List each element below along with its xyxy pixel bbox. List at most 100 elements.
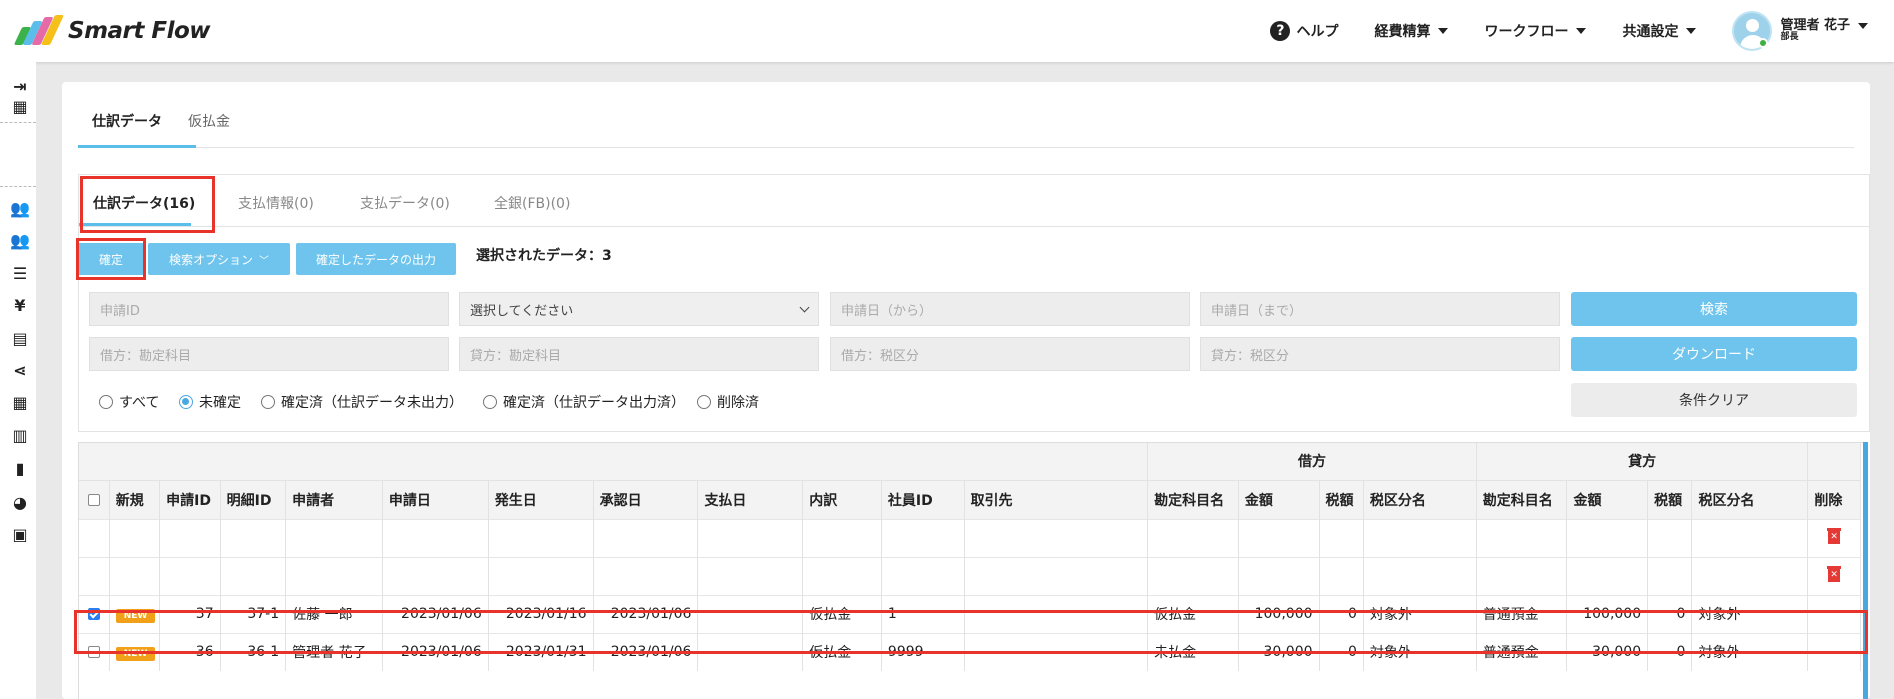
col-header[interactable]: 内訳 <box>802 479 882 519</box>
trash-icon <box>1827 566 1842 582</box>
documents-icon[interactable]: ▥ <box>10 425 30 445</box>
radio-circle <box>99 395 113 409</box>
cell-credit-account: 普通預金 <box>1476 632 1568 671</box>
cell-request-id: 36 <box>159 632 221 671</box>
col-header[interactable]: 発生日 <box>488 479 594 519</box>
row-checkbox[interactable] <box>79 632 110 671</box>
caret-down-icon <box>1576 28 1587 34</box>
credit-account-input[interactable]: 貸方：勘定科目 <box>459 337 819 371</box>
radio-circle <box>483 395 497 409</box>
col-header[interactable]: 勘定科目名 <box>1476 479 1568 519</box>
radio-all[interactable]: すべて <box>99 392 159 412</box>
col-header[interactable]: 承認日 <box>593 479 699 519</box>
menu-expense-label: 経費精算 <box>1374 24 1431 40</box>
radio-unconfirmed[interactable]: 未確定 <box>179 392 241 412</box>
col-header[interactable]: 税額 <box>1647 479 1693 519</box>
col-header[interactable]: 取引先 <box>964 479 1149 519</box>
delete-button[interactable] <box>1807 518 1861 557</box>
radio-confirmed-not-exported[interactable]: 確定済（仕訳データ未出力） <box>261 392 463 412</box>
cell-employee-id: 1 <box>881 594 965 633</box>
cell-applicant: 管理者 花子 <box>285 632 383 671</box>
col-header[interactable]: 社員ID <box>881 479 965 519</box>
row-checkbox[interactable] <box>79 594 110 633</box>
cell-credit-amount: 30,000 <box>1566 632 1649 671</box>
cell-employee-id: 9999 <box>881 632 965 671</box>
type-select[interactable]: 選択してください <box>459 292 819 326</box>
col-header[interactable]: 金額 <box>1566 479 1649 519</box>
search-button[interactable]: 検索 <box>1571 292 1857 326</box>
col-header[interactable]: 明細ID <box>220 479 287 519</box>
col-header[interactable]: 新規 <box>109 479 161 519</box>
share-icon[interactable]: ⋖ <box>10 360 30 380</box>
subtab-journal-data[interactable]: 仕訳データ(16) <box>93 193 195 213</box>
table-row[interactable]: NEW 36 36-1 管理者 花子 2023/01/06 2023/01/31… <box>79 632 1861 671</box>
date-to-input[interactable]: 申請日（まで） <box>1200 292 1560 326</box>
subtab-zengin-fb[interactable]: 全銀(FB)(0) <box>494 193 570 213</box>
cell-credit-amount: 100,000 <box>1566 594 1649 633</box>
request-id-input[interactable]: 申請ID <box>89 292 449 326</box>
search-options-button[interactable]: 検索オプション ﹀ <box>148 243 290 275</box>
group-header-credit: 貸方 <box>1476 443 1809 480</box>
debit-tax-input[interactable]: 借方：税区分 <box>830 337 1190 371</box>
menu-expense[interactable]: 経費精算 <box>1374 21 1449 41</box>
radio-confirmed-exported[interactable]: 確定済（仕訳データ出力済） <box>483 392 685 412</box>
radio-deleted[interactable]: 削除済 <box>697 392 759 412</box>
list-icon[interactable]: ☰ <box>10 263 30 283</box>
trash-icon <box>1827 528 1842 544</box>
help-link[interactable]: ? ヘルプ <box>1270 21 1338 41</box>
clear-conditions-button[interactable]: 条件クリア <box>1571 383 1857 417</box>
cell-apply-date: 2023/01/06 <box>382 594 489 633</box>
date-from-input[interactable]: 申請日（から） <box>830 292 1190 326</box>
download-button[interactable]: ダウンロード <box>1571 337 1857 371</box>
tab-journal-data[interactable]: 仕訳データ <box>92 111 162 131</box>
col-header[interactable]: 支払日 <box>697 479 804 519</box>
top-tab-bar: 仕訳データ 仮払金 <box>78 82 1854 148</box>
yen-icon[interactable]: ¥ <box>10 295 30 315</box>
collapse-menu-icon[interactable]: ⇥ <box>10 76 30 96</box>
credit-tax-input[interactable]: 貸方：税区分 <box>1200 337 1560 371</box>
table-row[interactable]: NEW 37 37-1 佐藤 一郎 2023/01/06 2023/01/16 … <box>79 594 1861 633</box>
select-all-checkbox[interactable] <box>79 479 110 519</box>
menu-common-settings[interactable]: 共通設定 <box>1622 21 1697 41</box>
users-icon[interactable]: 👥 <box>10 198 30 218</box>
user-group-icon[interactable]: 👥 <box>10 230 30 250</box>
confirm-button[interactable]: 確定 <box>78 243 144 275</box>
col-header[interactable]: 申請日 <box>382 479 489 519</box>
col-header[interactable]: 勘定科目名 <box>1147 479 1239 519</box>
cell-partner <box>964 632 1149 671</box>
col-header[interactable]: 申請ID <box>159 479 221 519</box>
wallet-icon[interactable]: ▣ <box>10 524 30 544</box>
delete-button[interactable] <box>1807 556 1861 595</box>
subtab-payment-info[interactable]: 支払情報(0) <box>238 193 314 213</box>
cell-debit-tax: 0 <box>1319 632 1364 671</box>
col-header[interactable]: 申請者 <box>285 479 383 519</box>
user-menu[interactable]: 管理者 花子 部長 <box>1732 11 1868 51</box>
building-icon[interactable]: ▦ <box>10 96 30 116</box>
col-header[interactable]: 税区分名 <box>1691 479 1809 519</box>
scroll-indicator[interactable] <box>1863 442 1868 699</box>
caret-down-icon <box>1686 28 1697 34</box>
cell-apply-date: 2023/01/06 <box>382 632 489 671</box>
menu-common-settings-label: 共通設定 <box>1622 24 1679 40</box>
grid-table-icon[interactable]: ▦ <box>10 392 30 412</box>
tab-advance-payment[interactable]: 仮払金 <box>188 111 230 131</box>
col-header[interactable]: 削除 <box>1807 479 1861 519</box>
col-header[interactable]: 金額 <box>1238 479 1320 519</box>
debit-account-input[interactable]: 借方：勘定科目 <box>89 337 449 371</box>
cell-credit-tax: 0 <box>1647 594 1693 633</box>
menu-workflow[interactable]: ワークフロー <box>1484 21 1587 41</box>
cell-debit-tax: 0 <box>1319 594 1364 633</box>
export-confirmed-button[interactable]: 確定したデータの出力 <box>296 243 456 275</box>
col-header[interactable]: 税区分名 <box>1363 479 1477 519</box>
cell-debit-amount: 100,000 <box>1238 594 1320 633</box>
col-header[interactable]: 税額 <box>1319 479 1364 519</box>
online-status-icon <box>1758 38 1768 48</box>
left-sidebar: ⇥ ▦ 👥 👥 ☰ ¥ ▤ ⋖ ▦ ▥ ▮ ◕ ▣ <box>0 62 36 699</box>
receipt-icon[interactable]: ▤ <box>10 328 30 348</box>
palette-icon[interactable]: ◕ <box>10 492 30 512</box>
cell-debit-account: 未払金 <box>1147 632 1239 671</box>
file-icon[interactable]: ▮ <box>10 458 30 478</box>
cell-debit-tax-class: 対象外 <box>1363 594 1477 633</box>
subtab-payment-data[interactable]: 支払データ(0) <box>360 193 450 213</box>
app-logo[interactable]: Smart Flow <box>12 15 211 47</box>
